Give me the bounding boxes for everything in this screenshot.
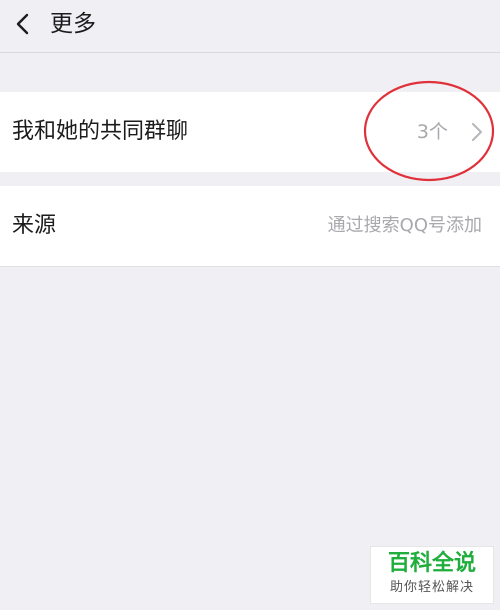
- watermark-logo: 百科全说 助你轻松解决: [370, 546, 494, 604]
- chevron-left-icon: [16, 13, 29, 35]
- watermark-title: 百科全说: [387, 551, 476, 576]
- chevron-right-icon: [472, 123, 482, 141]
- back-button[interactable]: [6, 6, 42, 42]
- common-groups-label: 我和她的共同群聊: [12, 119, 189, 144]
- page-title: 更多: [50, 11, 96, 37]
- source-label: 来源: [12, 213, 57, 238]
- source-value: 通过搜索QQ号添加: [327, 215, 482, 236]
- navigation-bar: 更多: [0, 0, 500, 53]
- common-groups-row[interactable]: 我和她的共同群聊 3个: [0, 92, 500, 172]
- source-row: 来源 通过搜索QQ号添加: [0, 186, 500, 267]
- watermark-subtitle: 助你轻松解决: [389, 580, 474, 595]
- common-groups-count: 3个: [416, 121, 448, 143]
